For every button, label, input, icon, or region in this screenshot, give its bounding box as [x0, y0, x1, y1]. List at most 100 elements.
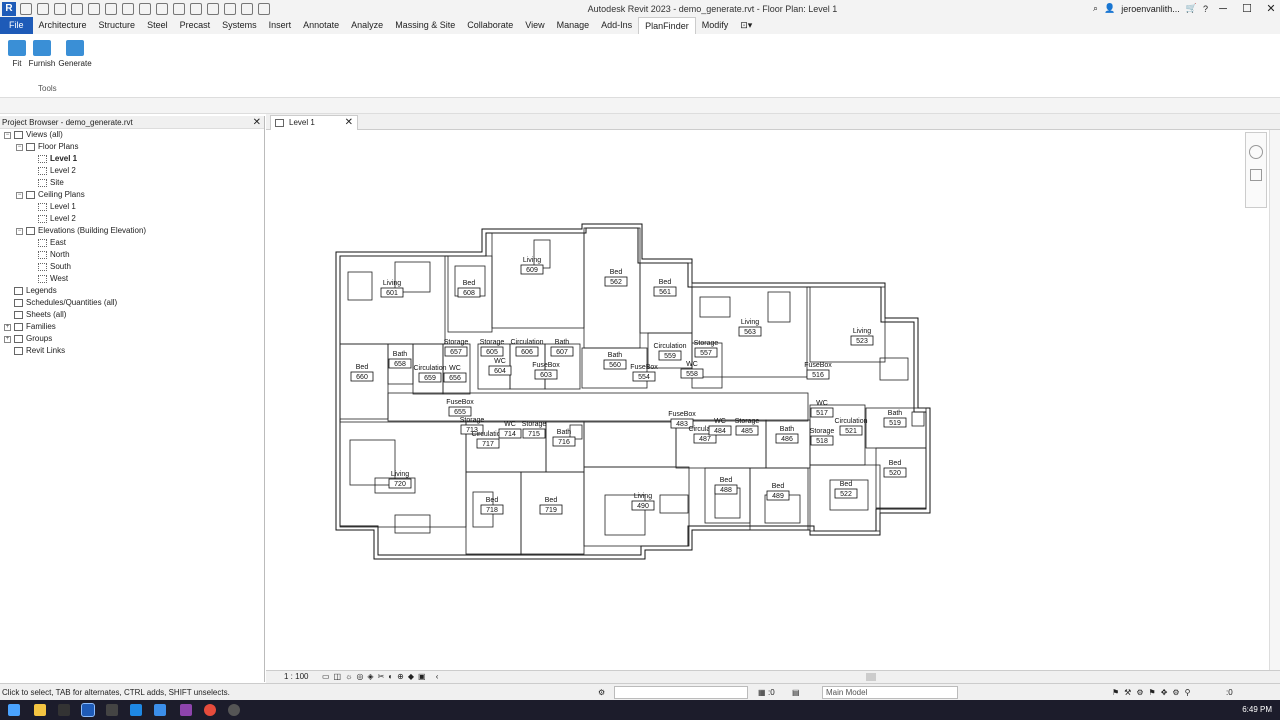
workset-icon[interactable]: ⚙: [598, 684, 605, 701]
room-name-label[interactable]: Circulation: [834, 418, 867, 425]
navigation-bar[interactable]: [1245, 132, 1267, 208]
room-number-label[interactable]: 559: [664, 353, 676, 360]
room-number-label[interactable]: 601: [386, 290, 398, 297]
app-icon[interactable]: [130, 704, 142, 716]
room-number-label[interactable]: 656: [449, 375, 461, 382]
switch-windows-icon[interactable]: [258, 2, 270, 15]
file-explorer-icon[interactable]: [34, 704, 46, 716]
room-number-label[interactable]: 655: [454, 409, 466, 416]
furnish-button[interactable]: Furnish: [25, 40, 59, 68]
open-icon[interactable]: [37, 2, 49, 15]
room-number-label[interactable]: 657: [450, 349, 462, 356]
browser-tree-item[interactable]: Sheets (all): [0, 309, 264, 321]
room-number-label[interactable]: 489: [772, 493, 784, 500]
collapse-icon[interactable]: −: [4, 131, 11, 139]
measure-icon[interactable]: [139, 2, 151, 15]
selection-filter-icons[interactable]: ⚑⚒⚙⚑✥⚙⚲: [1112, 684, 1195, 701]
room-number-label[interactable]: 719: [545, 507, 557, 514]
tab-architecture[interactable]: Architecture: [33, 17, 93, 34]
browser-tree-item[interactable]: Site: [0, 177, 264, 189]
room-number-label[interactable]: 518: [816, 438, 828, 445]
tab-level-1-view[interactable]: Level 1 ✕: [270, 115, 358, 130]
room-name-label[interactable]: Storage: [522, 421, 547, 428]
save-icon[interactable]: [54, 2, 66, 15]
room-number-label[interactable]: 608: [463, 290, 475, 297]
vscode-icon[interactable]: [154, 704, 166, 716]
dimension-icon[interactable]: [156, 2, 168, 15]
room-number-label[interactable]: 560: [609, 362, 621, 369]
tab-manage[interactable]: Manage: [551, 17, 596, 34]
room-number-label[interactable]: 516: [812, 372, 824, 379]
room-name-label[interactable]: Bath: [393, 351, 408, 358]
revit-taskbar-icon[interactable]: [81, 703, 95, 717]
room-name-label[interactable]: Bed: [772, 483, 785, 490]
collapse-icon[interactable]: −: [16, 191, 23, 199]
horizontal-scrollbar-thumb[interactable]: [866, 673, 876, 681]
room-number-label[interactable]: 563: [744, 329, 756, 336]
steering-wheel-icon[interactable]: [1249, 145, 1263, 159]
room-number-label[interactable]: 484: [714, 428, 726, 435]
tab-precast[interactable]: Precast: [174, 17, 217, 34]
room-name-label[interactable]: FuseBox: [532, 362, 560, 369]
room-name-label[interactable]: Bath: [888, 410, 903, 417]
user-name[interactable]: jeroenvanlith...: [1121, 4, 1180, 14]
browser-tree-item[interactable]: − Elevations (Building Elevation): [0, 225, 264, 237]
room-number-label[interactable]: 487: [699, 436, 711, 443]
home-icon[interactable]: [20, 2, 32, 15]
room-number-label[interactable]: 558: [686, 371, 698, 378]
room-name-label[interactable]: Bed: [545, 497, 558, 504]
expand-icon[interactable]: +: [4, 335, 11, 343]
tab-file[interactable]: File: [0, 17, 33, 34]
maximize-button[interactable]: ☐: [1238, 2, 1256, 15]
drawing-canvas[interactable]: Living 601 Bed 608 Living 609 Bed 562 Bed 561 Livi…: [266, 130, 1269, 670]
room-name-label[interactable]: WC: [504, 421, 516, 428]
room-number-label[interactable]: 554: [638, 374, 650, 381]
room-number-label[interactable]: 483: [676, 421, 688, 428]
vertical-scrollbar[interactable]: [1269, 130, 1280, 670]
room-name-label[interactable]: Circulation: [653, 343, 686, 350]
room-number-label[interactable]: 523: [856, 338, 868, 345]
room-name-label[interactable]: Bath: [557, 429, 572, 436]
cart-icon[interactable]: 🛒: [1186, 3, 1197, 14]
browser-tree-item[interactable]: Level 1: [0, 201, 264, 213]
minimize-button[interactable]: ─: [1214, 3, 1232, 15]
room-name-label[interactable]: WC: [494, 358, 506, 365]
browser-tree-item[interactable]: + Groups: [0, 333, 264, 345]
room-name-label[interactable]: FuseBox: [446, 399, 474, 406]
sync-icon[interactable]: [71, 2, 83, 15]
app-icon[interactable]: [58, 704, 70, 716]
visual-studio-icon[interactable]: [180, 704, 192, 716]
room-number-label[interactable]: 609: [526, 267, 538, 274]
room-number-label[interactable]: 658: [394, 361, 406, 368]
collapse-icon[interactable]: −: [16, 143, 23, 151]
browser-tree-item[interactable]: + Families: [0, 321, 264, 333]
collapse-icon[interactable]: −: [16, 227, 23, 235]
room-name-label[interactable]: FuseBox: [668, 411, 696, 418]
room-number-label[interactable]: 659: [424, 375, 436, 382]
user-icon[interactable]: 👤: [1104, 3, 1115, 14]
room-number-label[interactable]: 521: [845, 428, 857, 435]
chrome-icon[interactable]: [204, 704, 216, 716]
room-number-label[interactable]: 517: [816, 410, 828, 417]
room-name-label[interactable]: Bath: [555, 339, 570, 346]
tab-planfinder[interactable]: PlanFinder: [638, 17, 696, 34]
browser-tree-item[interactable]: West: [0, 273, 264, 285]
room-number-label[interactable]: 607: [556, 349, 568, 356]
room-name-label[interactable]: Bed: [486, 497, 499, 504]
room-number-label[interactable]: 562: [610, 279, 622, 286]
zoom-icon[interactable]: [1250, 169, 1262, 181]
room-name-label[interactable]: Living: [391, 471, 409, 478]
room-name-label[interactable]: Storage: [694, 340, 719, 347]
browser-tree-item[interactable]: Revit Links: [0, 345, 264, 357]
tab-steel[interactable]: Steel: [141, 17, 174, 34]
close-icon[interactable]: ✕: [253, 116, 261, 129]
search-icon[interactable]: ⌕: [1093, 3, 1098, 14]
room-name-label[interactable]: FuseBox: [804, 362, 832, 369]
room-name-label[interactable]: Bed: [720, 477, 733, 484]
text-icon[interactable]: [190, 2, 202, 15]
room-name-label[interactable]: WC: [449, 365, 461, 372]
room-number-label[interactable]: 490: [637, 503, 649, 510]
room-number-label[interactable]: 603: [540, 372, 552, 379]
browser-tree-item[interactable]: Legends: [0, 285, 264, 297]
tab-massing-site[interactable]: Massing & Site: [389, 17, 461, 34]
